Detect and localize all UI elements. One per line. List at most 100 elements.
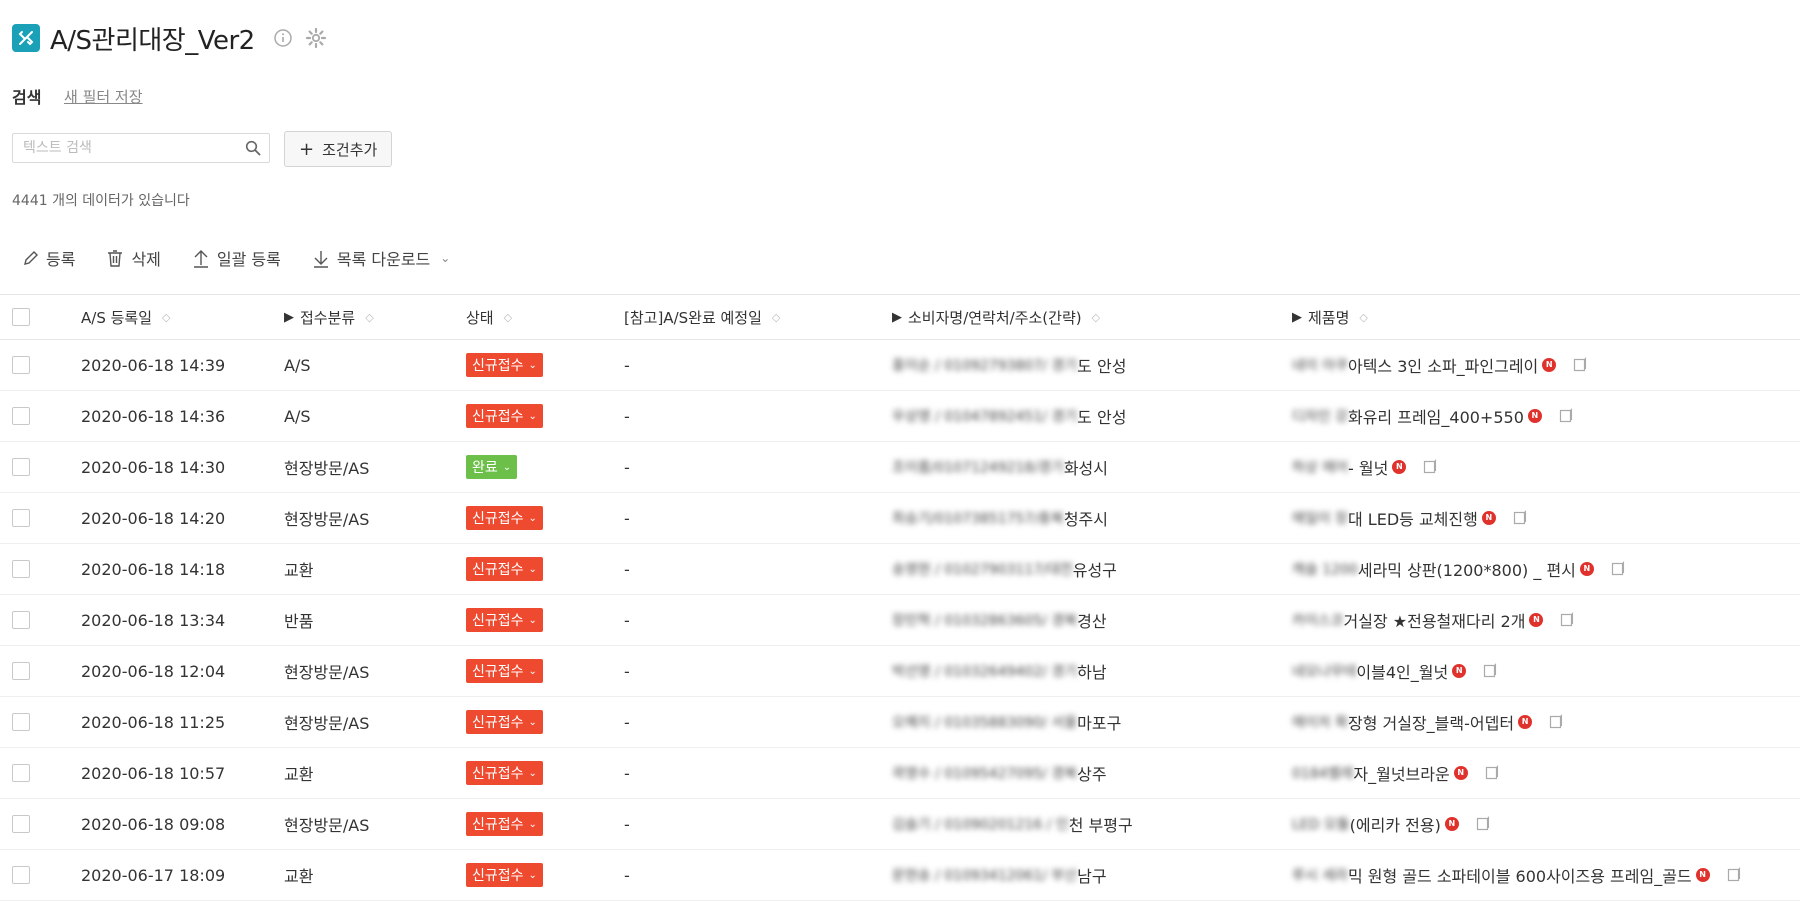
sort-icon[interactable]: ◇ xyxy=(365,311,373,324)
row-checkbox[interactable] xyxy=(12,509,30,527)
table-row[interactable]: 2020-06-18 14:20 현장방문/AS 신규접수 ⌄ - 최승기/01… xyxy=(0,493,1800,544)
new-badge-icon: N xyxy=(1529,613,1544,627)
table-row[interactable]: 2020-06-18 13:34 반품 신규접수 ⌄ - 장민혁 / 01032… xyxy=(0,595,1800,646)
header-status[interactable]: 상태 ◇ xyxy=(466,295,512,339)
status-badge[interactable]: 신규접수 ⌄ xyxy=(466,404,543,428)
status-badge[interactable]: 신규접수 ⌄ xyxy=(466,761,543,785)
row-checkbox[interactable] xyxy=(12,560,30,578)
add-condition-button[interactable]: + 조건추가 xyxy=(284,131,393,167)
chevron-down-icon: ⌄ xyxy=(528,767,537,779)
status-badge[interactable]: 신규접수 ⌄ xyxy=(466,710,543,734)
triangle-icon: ▶ xyxy=(1292,309,1302,325)
triangle-icon: ▶ xyxy=(284,309,294,325)
copy-icon[interactable] xyxy=(1422,459,1438,475)
status-label: 완료 xyxy=(472,460,498,476)
copy-icon[interactable] xyxy=(1482,663,1498,679)
new-badge-icon: N xyxy=(1453,766,1468,780)
header-product[interactable]: ▶ 제품명 ◇ xyxy=(1292,295,1368,339)
bulk-register-button[interactable]: 일괄 등록 xyxy=(191,246,281,270)
cell-product: 루시 세라 믹 원형 골드 소파테이블 600사이즈용 프레임_골드 N xyxy=(1292,850,1742,900)
copy-icon[interactable] xyxy=(1548,714,1564,730)
cell-date: 2020-06-18 13:34 xyxy=(81,610,226,630)
header-category[interactable]: ▶ 접수분류 ◇ xyxy=(284,295,374,339)
table-row[interactable]: 2020-06-18 10:57 교환 신규접수 ⌄ - 곽영수 / 01095… xyxy=(0,748,1800,799)
save-filter-link[interactable]: 새 필터 저장 xyxy=(64,86,143,107)
table-row[interactable]: 2020-06-18 14:18 교환 신규접수 ⌄ - 송영현 / 01027… xyxy=(0,544,1800,595)
delete-button[interactable]: 삭제 xyxy=(105,246,161,270)
row-checkbox[interactable] xyxy=(12,611,30,629)
new-badge-icon: N xyxy=(1481,511,1496,525)
row-checkbox[interactable] xyxy=(12,815,30,833)
status-badge[interactable]: 신규접수 ⌄ xyxy=(466,608,543,632)
sort-icon[interactable]: ◇ xyxy=(1092,311,1100,324)
download-list-button[interactable]: 목록 다운로드 ⌄ xyxy=(311,246,450,270)
header-date[interactable]: A/S 등록일 ◇ xyxy=(81,295,170,339)
status-badge[interactable]: 신규접수 ⌄ xyxy=(466,353,543,377)
table-row[interactable]: 2020-06-18 14:30 현장방문/AS 완료 ⌄ - 조이룸/0107… xyxy=(0,442,1800,493)
customer-redacted: 곽영수 / 01095427095/ 경북 xyxy=(892,766,1078,782)
cell-due-date: - xyxy=(624,406,630,426)
chevron-down-icon: ⌄ xyxy=(528,665,537,677)
header-customer[interactable]: ▶ 소비자명/연락처/주소(간략) ◇ xyxy=(892,295,1100,339)
table-row[interactable]: 2020-06-18 14:39 A/S 신규접수 ⌄ - 홍이순 / 0109… xyxy=(0,340,1800,391)
status-label: 신규접수 xyxy=(472,715,524,731)
copy-icon[interactable] xyxy=(1484,765,1500,781)
search-input[interactable] xyxy=(13,134,253,162)
copy-icon[interactable] xyxy=(1726,867,1742,883)
table-row[interactable]: 2020-06-18 12:04 현장방문/AS 신규접수 ⌄ - 박선영 / … xyxy=(0,646,1800,697)
table-row[interactable]: 2020-06-17 18:09 교환 신규접수 ⌄ - 문현송 / 01093… xyxy=(0,850,1800,901)
cell-due-date: - xyxy=(624,661,630,681)
chevron-down-icon[interactable]: ⌄ xyxy=(440,251,450,265)
sort-icon[interactable]: ◇ xyxy=(1359,311,1367,324)
cell-category: 현장방문/AS xyxy=(284,459,370,478)
register-button[interactable]: 등록 xyxy=(22,246,75,270)
product-redacted: LED 모듈 xyxy=(1292,817,1350,833)
product-redacted: 카이스코 xyxy=(1292,613,1344,629)
status-label: 신규접수 xyxy=(472,766,524,782)
status-badge[interactable]: 신규접수 ⌄ xyxy=(466,659,543,683)
search-tab[interactable]: 검색 xyxy=(12,84,41,108)
row-checkbox[interactable] xyxy=(12,458,30,476)
row-checkbox[interactable] xyxy=(12,713,30,731)
copy-icon[interactable] xyxy=(1512,510,1528,526)
sort-icon[interactable]: ◇ xyxy=(772,311,780,324)
row-checkbox[interactable] xyxy=(12,764,30,782)
cell-customer: 송영현 / 01027903117/대전 유성구 xyxy=(892,544,1117,594)
copy-icon[interactable] xyxy=(1610,561,1626,577)
status-badge[interactable]: 신규접수 ⌄ xyxy=(466,506,543,530)
status-badge[interactable]: 신규접수 ⌄ xyxy=(466,557,543,581)
select-all-checkbox[interactable] xyxy=(12,308,30,326)
table-row[interactable]: 2020-06-18 09:08 현장방문/AS 신규접수 ⌄ - 김슬기 / … xyxy=(0,799,1800,850)
table-row[interactable]: 2020-06-18 14:36 A/S 신규접수 ⌄ - 우상영 / 0104… xyxy=(0,391,1800,442)
cell-customer: 장민혁 / 01032863605/ 경북 경산 xyxy=(892,595,1107,645)
cell-category: 현장방문/AS xyxy=(284,816,370,835)
table-row[interactable]: 2020-06-18 11:25 현장방문/AS 신규접수 ⌄ - 오예지 / … xyxy=(0,697,1800,748)
info-icon[interactable] xyxy=(273,28,293,48)
cell-category: 반품 xyxy=(284,612,314,631)
row-checkbox[interactable] xyxy=(12,407,30,425)
copy-icon[interactable] xyxy=(1475,816,1491,832)
header: A/S관리대장_Ver2 xyxy=(12,20,327,56)
status-badge[interactable]: 신규접수 ⌄ xyxy=(466,812,543,836)
sort-icon[interactable]: ◇ xyxy=(504,311,512,324)
row-checkbox[interactable] xyxy=(12,866,30,884)
copy-icon[interactable] xyxy=(1558,408,1574,424)
cell-customer: 김슬기 / 01090201216 / 인 천 부평구 xyxy=(892,799,1133,849)
cell-product: 디자인 강 화유리 프레임_400+550 N xyxy=(1292,391,1574,441)
register-label: 등록 xyxy=(46,250,76,269)
product-name: 대 LED등 교체진행 xyxy=(1347,510,1478,529)
header-due-date[interactable]: [참고]A/S완료 예정일 ◇ xyxy=(624,295,780,339)
upload-icon xyxy=(193,250,208,268)
sort-icon[interactable]: ◇ xyxy=(162,311,170,324)
gear-icon[interactable] xyxy=(305,27,327,49)
cell-customer: 곽영수 / 01095427095/ 경북 상주 xyxy=(892,748,1107,798)
status-badge[interactable]: 완료 ⌄ xyxy=(466,455,518,479)
row-checkbox[interactable] xyxy=(12,662,30,680)
customer-region: 마포구 xyxy=(1077,714,1122,733)
copy-icon[interactable] xyxy=(1572,357,1588,373)
copy-icon[interactable] xyxy=(1559,612,1575,628)
row-checkbox[interactable] xyxy=(12,356,30,374)
status-badge[interactable]: 신규접수 ⌄ xyxy=(466,863,543,887)
search-icon[interactable] xyxy=(245,140,261,160)
page: A/S관리대장_Ver2 검색 새 필터 저장 + 조건추가 4441 개의 데… xyxy=(0,0,1800,901)
